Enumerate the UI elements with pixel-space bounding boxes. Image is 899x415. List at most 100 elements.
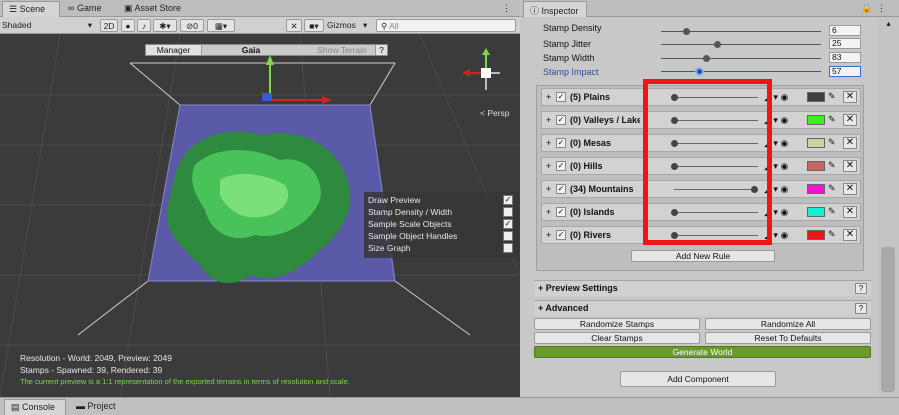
checkbox[interactable] (503, 243, 513, 253)
overlay-row-draw-preview[interactable]: Draw Preview ✓ (368, 194, 515, 206)
tab-project[interactable]: ▬ Project (70, 399, 132, 415)
kebab-menu-icon[interactable]: ⋮ (500, 1, 518, 17)
slider-knob[interactable] (683, 28, 690, 35)
remove-rule-button[interactable]: ✕ (843, 114, 857, 126)
remove-rule-button[interactable]: ✕ (843, 137, 857, 149)
help-button[interactable]: ? (855, 283, 867, 294)
checkbox[interactable] (503, 231, 513, 241)
expand-icon[interactable]: + (546, 92, 551, 102)
randomize-all-button[interactable]: Randomize All (705, 318, 871, 330)
hash-icon: ☰ (9, 4, 18, 14)
expand-icon[interactable]: + (546, 138, 551, 148)
reset-defaults-button[interactable]: Reset To Defaults (705, 332, 871, 344)
expand-icon[interactable]: + (546, 184, 551, 194)
add-component-button[interactable]: Add Component (620, 371, 776, 387)
remove-rule-button[interactable]: ✕ (843, 206, 857, 218)
tab-console[interactable]: ▤ Console (4, 399, 66, 415)
chevron-down-icon[interactable]: ▾ (363, 19, 371, 32)
rule-color-swatch[interactable] (807, 207, 825, 217)
checkbox[interactable]: ✓ (503, 195, 513, 205)
inspector-scrollbar[interactable]: ▴ (878, 17, 899, 397)
remove-rule-button[interactable]: ✕ (843, 229, 857, 241)
tools-icon[interactable]: ✕ (286, 19, 302, 32)
preview-settings-header[interactable]: + Preview Settings ? (534, 280, 871, 296)
gizmos-dropdown[interactable]: Gizmos (327, 19, 363, 32)
randomize-stamps-button[interactable]: Randomize Stamps (534, 318, 700, 330)
slider-knob[interactable] (703, 55, 710, 62)
shading-mode-dropdown[interactable]: Shaded ▾ (2, 19, 94, 32)
stamp-width-field[interactable]: 83 (829, 52, 861, 63)
rule-color-swatch[interactable] (807, 92, 825, 102)
search-input[interactable]: ⚲ All (376, 19, 516, 32)
slider-track[interactable] (661, 44, 821, 45)
slider-knob[interactable] (714, 41, 721, 48)
orientation-gizmo[interactable] (462, 48, 500, 90)
tab-scene[interactable]: ☰ Scene (2, 1, 60, 17)
stamp-impact-field[interactable]: 57 (829, 66, 861, 77)
generate-world-button[interactable]: Generate World (534, 346, 871, 358)
eyedropper-icon[interactable]: ✎ (828, 137, 836, 148)
lock-icon[interactable]: 🔒 (861, 1, 875, 17)
rule-checkbox[interactable]: ✓ (556, 115, 566, 125)
kebab-menu-icon[interactable]: ⋮ (877, 1, 891, 17)
slider-track[interactable] (661, 58, 821, 59)
remove-rule-button[interactable]: ✕ (843, 183, 857, 195)
manager-button[interactable]: Manager (146, 45, 202, 55)
rule-color-swatch[interactable] (807, 161, 825, 171)
tab-inspector[interactable]: ⓘ Inspector (523, 1, 587, 17)
slider-track[interactable] (661, 71, 821, 72)
rule-color-swatch[interactable] (807, 184, 825, 194)
rule-checkbox[interactable]: ✓ (556, 184, 566, 194)
advanced-header[interactable]: + Advanced ? (534, 300, 871, 316)
persp-label[interactable]: < Persp (480, 108, 510, 118)
expand-icon[interactable]: + (546, 207, 551, 217)
tab-asset-store[interactable]: ▣ Asset Store (118, 1, 188, 17)
expand-icon[interactable]: + (546, 230, 551, 240)
add-new-rule-button[interactable]: Add New Rule (631, 250, 775, 262)
rule-checkbox[interactable]: ✓ (556, 207, 566, 217)
checkbox[interactable]: ✓ (503, 219, 513, 229)
overlay-row-size-graph[interactable]: Size Graph (368, 242, 515, 254)
expand-icon[interactable]: + (546, 161, 551, 171)
hidden-objects-icon[interactable]: ⊘0 (180, 19, 204, 32)
rule-checkbox[interactable]: ✓ (556, 138, 566, 148)
tab-game[interactable]: ∞ Game (62, 1, 114, 17)
eyedropper-icon[interactable]: ✎ (828, 183, 836, 194)
rule-color-swatch[interactable] (807, 230, 825, 240)
show-terrain-button[interactable]: Show Terrain (312, 45, 372, 55)
eyedropper-icon[interactable]: ✎ (828, 229, 836, 240)
scroll-up-icon[interactable]: ▴ (878, 19, 899, 28)
eyedropper-icon[interactable]: ✎ (828, 91, 836, 102)
rule-checkbox[interactable]: ✓ (556, 230, 566, 240)
move-gizmo[interactable] (262, 55, 332, 104)
rule-color-swatch[interactable] (807, 115, 825, 125)
audio-icon[interactable]: ♪ (137, 19, 151, 32)
camera-icon[interactable]: ■▾ (304, 19, 324, 32)
grid-icon[interactable]: ▦▾ (207, 19, 235, 32)
scene-viewport[interactable]: < Persp Manager Gaia Show Terrain ? Draw… (0, 35, 520, 397)
overlay-row-sample-handles[interactable]: Sample Object Handles (368, 230, 515, 242)
overlay-row-stamp-density[interactable]: Stamp Density / Width (368, 206, 515, 218)
stamp-jitter-field[interactable]: 25 (829, 38, 861, 49)
scrollbar-thumb[interactable] (881, 247, 895, 392)
help-button[interactable]: ? (855, 303, 867, 314)
help-button[interactable]: ? (375, 45, 387, 55)
clear-stamps-button[interactable]: Clear Stamps (534, 332, 700, 344)
overlay-row-sample-scale[interactable]: Sample Scale Objects ✓ (368, 218, 515, 230)
expand-icon[interactable]: + (546, 115, 551, 125)
remove-rule-button[interactable]: ✕ (843, 160, 857, 172)
rule-checkbox[interactable]: ✓ (556, 92, 566, 102)
remove-rule-button[interactable]: ✕ (843, 91, 857, 103)
rule-name: (34) Mountains (570, 184, 634, 194)
light-icon[interactable]: ● (121, 19, 135, 32)
eyedropper-icon[interactable]: ✎ (828, 114, 836, 125)
slider-knob[interactable] (695, 67, 704, 76)
rule-checkbox[interactable]: ✓ (556, 161, 566, 171)
effects-icon[interactable]: ✱▾ (153, 19, 177, 32)
stamp-density-field[interactable]: 6 (829, 25, 861, 36)
eyedropper-icon[interactable]: ✎ (828, 206, 836, 217)
rule-color-swatch[interactable] (807, 138, 825, 148)
checkbox[interactable] (503, 207, 513, 217)
eyedropper-icon[interactable]: ✎ (828, 160, 836, 171)
2d-toggle[interactable]: 2D (100, 19, 118, 32)
